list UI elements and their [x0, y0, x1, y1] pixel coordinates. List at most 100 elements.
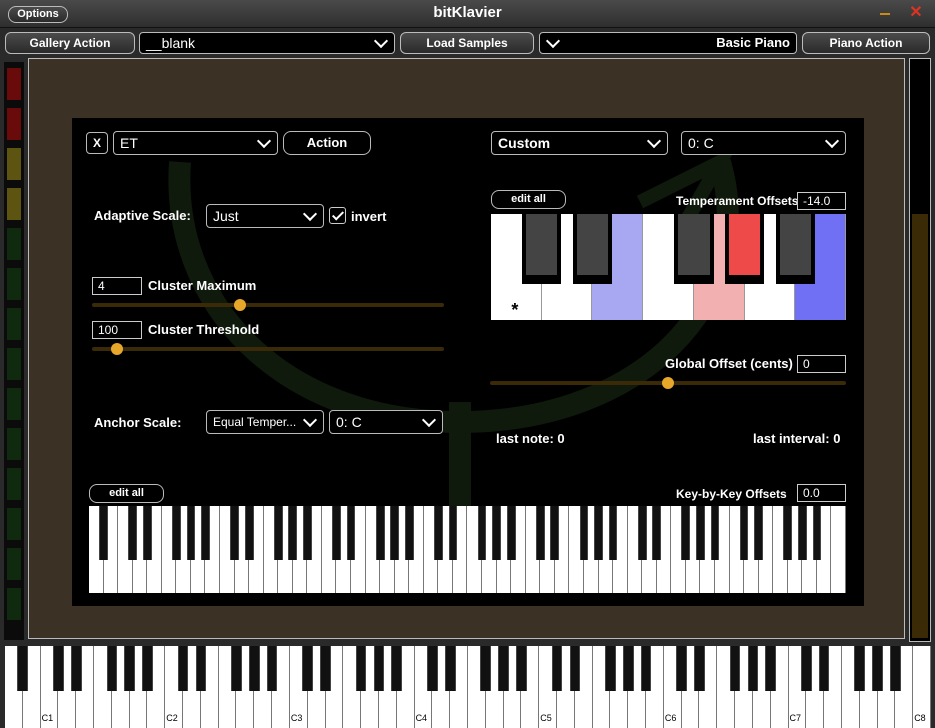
black-key[interactable] [605, 646, 616, 692]
black-key[interactable] [106, 646, 118, 692]
black-key[interactable] [70, 646, 82, 692]
fundamental-select[interactable]: 0: C [681, 131, 846, 155]
black-key[interactable] [142, 506, 152, 560]
black-key[interactable] [872, 646, 883, 692]
black-key[interactable] [448, 506, 458, 560]
black-key[interactable] [801, 646, 812, 692]
scale-select[interactable]: Custom [491, 131, 668, 155]
black-key[interactable] [390, 506, 400, 560]
black-key[interactable] [231, 646, 242, 692]
black-key[interactable] [608, 506, 618, 560]
cluster-maximum-slider[interactable] [92, 303, 444, 307]
piano-select[interactable]: Basic Piano [539, 32, 797, 54]
key-offsets-input[interactable]: 0.0 [797, 484, 846, 502]
black-key[interactable] [302, 646, 314, 692]
black-key[interactable] [244, 506, 254, 560]
black-key[interactable] [17, 646, 29, 692]
load-samples-button[interactable]: Load Samples [400, 32, 534, 54]
black-key[interactable] [696, 506, 705, 560]
options-button[interactable]: Options [8, 6, 68, 23]
invert-checkbox[interactable] [329, 207, 346, 224]
cluster-maximum-input[interactable]: 4 [92, 277, 142, 295]
gallery-action-button[interactable]: Gallery Action [5, 32, 135, 54]
black-key[interactable] [186, 506, 196, 560]
anchor-fundamental-select[interactable]: 0: C [329, 410, 443, 434]
temperament-offsets-input[interactable]: -14.0 [797, 192, 846, 210]
global-offset-input[interactable]: 0 [797, 355, 846, 373]
black-key[interactable] [818, 646, 830, 692]
black-key[interactable] [640, 646, 652, 692]
black-key[interactable] [506, 506, 516, 560]
black-key[interactable] [444, 646, 456, 692]
black-key[interactable] [302, 506, 312, 560]
preset-action-button[interactable]: Action [283, 131, 371, 155]
black-key[interactable] [854, 646, 866, 692]
black-key[interactable] [128, 506, 138, 560]
black-key[interactable] [797, 506, 807, 560]
cluster-maximum-thumb[interactable] [233, 299, 246, 311]
black-key[interactable] [480, 646, 492, 692]
temperament-edit-all-button[interactable]: edit all [491, 190, 566, 209]
cluster-threshold-input[interactable]: 100 [92, 321, 142, 339]
minimize-icon[interactable] [880, 13, 890, 15]
black-key[interactable] [230, 506, 239, 560]
black-key[interactable] [142, 646, 153, 692]
black-key[interactable] [579, 506, 589, 560]
black-key[interactable] [332, 506, 341, 560]
black-key[interactable] [248, 646, 260, 692]
black-key[interactable] [551, 646, 563, 692]
global-offset-thumb[interactable] [662, 377, 674, 389]
black-key[interactable] [355, 646, 367, 692]
black-key[interactable] [171, 506, 181, 560]
temperament-keyboard[interactable]: * [491, 214, 846, 320]
black-key[interactable] [201, 506, 210, 560]
close-preparation-button[interactable]: X [86, 132, 108, 154]
black-key[interactable] [477, 506, 487, 560]
octave-black-key[interactable] [525, 214, 558, 276]
black-key[interactable] [516, 646, 527, 692]
black-key[interactable] [747, 646, 759, 692]
black-key[interactable] [498, 646, 509, 692]
black-key[interactable] [391, 646, 403, 692]
black-key[interactable] [890, 646, 901, 692]
black-key[interactable] [434, 506, 443, 560]
key-by-key-keyboard[interactable] [89, 506, 846, 593]
black-key[interactable] [427, 646, 438, 692]
black-key[interactable] [320, 646, 331, 692]
main-keyboard[interactable]: C1 C2 C3 C4 C5 C6 C7 C8 [5, 646, 931, 728]
close-window-icon[interactable]: ✕ [907, 4, 925, 22]
black-key[interactable] [346, 506, 356, 560]
black-key[interactable] [622, 646, 634, 692]
black-key[interactable] [53, 646, 64, 692]
black-key[interactable] [694, 646, 705, 692]
black-key[interactable] [676, 646, 688, 692]
black-key[interactable] [288, 506, 298, 560]
piano-action-button[interactable]: Piano Action [802, 32, 930, 54]
anchor-scale-select[interactable]: Equal Temper... [206, 410, 324, 434]
black-key[interactable] [535, 506, 545, 560]
octave-black-key[interactable] [678, 214, 710, 276]
tuning-preset-select[interactable]: ET [113, 131, 278, 155]
black-key[interactable] [373, 646, 385, 692]
key-offsets-edit-all-button[interactable]: edit all [89, 484, 164, 503]
black-key[interactable] [266, 646, 278, 692]
black-key[interactable] [729, 646, 741, 692]
black-key[interactable] [375, 506, 385, 560]
black-key[interactable] [710, 506, 720, 560]
black-key[interactable] [681, 506, 691, 560]
black-key[interactable] [273, 506, 283, 560]
adaptive-scale-select[interactable]: Just [206, 204, 324, 228]
gallery-select[interactable]: __blank [139, 32, 395, 54]
black-key[interactable] [124, 646, 135, 692]
cluster-threshold-thumb[interactable] [110, 343, 123, 355]
white-key[interactable] [831, 506, 846, 593]
black-key[interactable] [754, 506, 764, 560]
octave-black-key[interactable] [728, 214, 761, 276]
black-key[interactable] [739, 506, 749, 560]
black-key[interactable] [569, 646, 581, 692]
black-key[interactable] [195, 646, 207, 692]
black-key[interactable] [765, 646, 777, 692]
black-key[interactable] [812, 506, 822, 560]
black-key[interactable] [492, 506, 501, 560]
black-key[interactable] [177, 646, 189, 692]
